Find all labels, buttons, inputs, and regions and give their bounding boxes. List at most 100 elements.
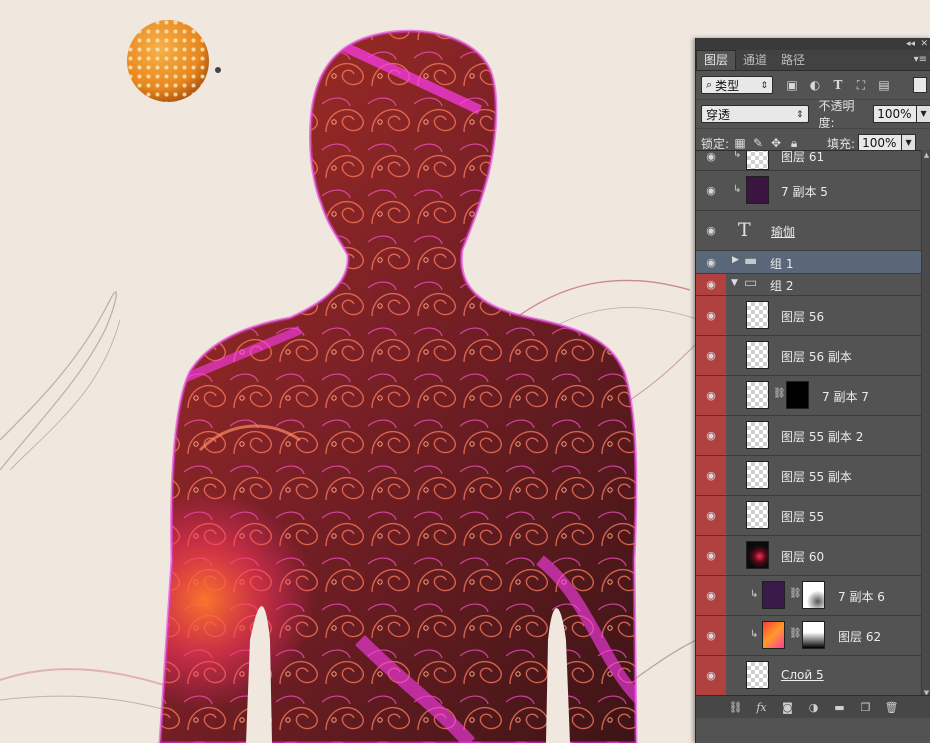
clip-arrow-icon: ↳ (733, 184, 742, 195)
layers-panel: ◂◂ ✕ 图层 通道 路径 ▾≡ ⌕ 类型 ⇕ ▣ ◐ T ⛶ ▤ 穿透 ⇕ 不… (695, 38, 930, 743)
layer-row[interactable]: ◉ T 瑜伽 (696, 211, 921, 251)
scroll-up-arrow-icon[interactable]: ▲ (922, 150, 930, 160)
clip-arrow-icon: ↳ (733, 150, 742, 160)
layer-name: 图层 55 (781, 510, 825, 524)
layer-row[interactable]: ◉ 图层 56 (696, 296, 921, 336)
visibility-eye-icon[interactable]: ◉ (696, 251, 726, 273)
layer-name: 7 副本 6 (838, 590, 885, 604)
clip-arrow-icon: ↳ (750, 589, 759, 600)
collapse-icon[interactable]: ◂◂ (906, 38, 915, 50)
visibility-eye-icon[interactable]: ◉ (696, 274, 726, 295)
blend-mode-value: 穿透 (706, 107, 731, 122)
tab-channels[interactable]: 通道 (736, 51, 774, 70)
layer-thumbnail (746, 341, 769, 369)
panel-title-bar[interactable]: ◂◂ ✕ (696, 38, 930, 50)
layer-thumbnail (746, 541, 769, 569)
lock-paint-icon[interactable]: ✎ (751, 136, 765, 150)
filter-kind-dropdown[interactable]: ⌕ 类型 ⇕ (701, 76, 773, 94)
layer-thumbnail (746, 381, 769, 409)
layer-name: 图层 56 (781, 310, 825, 324)
layer-row[interactable]: ◉ ↳ 图层 61 (696, 150, 921, 171)
image-filter-icon[interactable]: ▣ (785, 78, 799, 92)
visibility-eye-icon[interactable]: ◉ (696, 576, 726, 615)
layer-name: 7 副本 7 (822, 390, 869, 404)
trash-icon[interactable]: 🗑︎ (884, 701, 900, 714)
close-icon[interactable]: ✕ (920, 38, 928, 50)
layer-row[interactable]: ◉ ⛓ 7 副本 7 (696, 376, 921, 416)
folder-open-icon: ▭ (744, 275, 758, 291)
new-group-icon[interactable]: ▬ (832, 701, 848, 714)
visibility-eye-icon[interactable]: ◉ (696, 171, 726, 210)
filter-toggle[interactable] (913, 77, 927, 93)
layer-style-fx-icon[interactable]: fx (754, 701, 770, 714)
visibility-eye-icon[interactable]: ◉ (696, 656, 726, 695)
visibility-eye-icon[interactable]: ◉ (696, 296, 726, 335)
layer-list: ◉ ↳ 图层 61 ◉ ↳ 7 副本 5 ◉ T 瑜伽 ◉ ▶ ▬ 组 1 ◉ … (696, 150, 921, 699)
visibility-eye-icon[interactable]: ◉ (696, 336, 726, 375)
visibility-eye-icon[interactable]: ◉ (696, 536, 726, 575)
visibility-eye-icon[interactable]: ◉ (696, 496, 726, 535)
layer-row[interactable]: ◉ ↳ ⛓ 图层 62 (696, 616, 921, 656)
layer-mask-thumbnail[interactable] (802, 581, 825, 609)
collapse-triangle-icon[interactable]: ▼ (731, 278, 738, 288)
shape-filter-icon[interactable]: ⛶ (854, 78, 868, 92)
type-filter-icon[interactable]: T (831, 78, 845, 92)
lock-transparent-icon[interactable]: ▦ (733, 136, 747, 150)
layer-row[interactable]: ◉ ↳ ⛓ 7 副本 6 (696, 576, 921, 616)
layer-row[interactable]: ◉ ▼ ▭ 组 2 (696, 274, 921, 296)
lock-move-icon[interactable]: ✥ (769, 136, 783, 150)
chevron-updown-icon: ⇕ (760, 81, 768, 91)
visibility-eye-icon[interactable]: ◉ (696, 211, 726, 250)
panel-bottom-toolbar: ⛓ fx ◙ ◑ ▬ ❐ 🗑︎ (696, 695, 930, 718)
tab-paths[interactable]: 路径 (774, 51, 812, 70)
layer-thumbnail (746, 176, 769, 204)
tab-layers[interactable]: 图层 (696, 50, 737, 70)
layer-row[interactable]: ◉ Слой 5 (696, 656, 921, 696)
smart-object-filter-icon[interactable]: ▤ (877, 78, 891, 92)
layer-thumbnail (762, 621, 785, 649)
layer-row-selected[interactable]: ◉ ▶ ▬ 组 1 (696, 251, 921, 274)
layer-filter-row: ⌕ 类型 ⇕ ▣ ◐ T ⛶ ▤ (696, 71, 930, 99)
link-layers-icon[interactable]: ⛓ (728, 701, 744, 714)
text-layer-icon: T (738, 219, 751, 241)
clip-arrow-icon: ↳ (750, 629, 759, 640)
layer-name: 图层 61 (781, 150, 825, 164)
lock-label: 锁定: (701, 136, 730, 151)
adjustment-filter-icon[interactable]: ◐ (808, 78, 822, 92)
layer-name: 组 2 (770, 279, 794, 293)
folder-icon: ▬ (744, 253, 758, 269)
layer-row[interactable]: ◉ ↳ 7 副本 5 (696, 171, 921, 211)
layer-row[interactable]: ◉ 图层 55 副本 2 (696, 416, 921, 456)
visibility-eye-icon[interactable]: ◉ (696, 416, 726, 455)
opacity-input[interactable]: 100% (873, 105, 918, 123)
mask-link-icon[interactable]: ⛓ (773, 388, 786, 399)
chevron-updown-icon: ⇕ (795, 110, 804, 120)
new-layer-icon[interactable]: ❐ (858, 701, 874, 714)
adjustment-layer-icon[interactable]: ◑ (806, 701, 822, 714)
expand-triangle-icon[interactable]: ▶ (732, 255, 739, 265)
visibility-eye-icon[interactable]: ◉ (696, 616, 726, 655)
blend-row: 穿透 ⇕ 不透明度: 100% ▼ (696, 99, 930, 130)
blend-mode-dropdown[interactable]: 穿透 ⇕ (701, 105, 809, 123)
add-mask-icon[interactable]: ◙ (780, 701, 796, 714)
panel-menu-icon[interactable]: ▾≡ (914, 54, 927, 65)
mask-link-icon[interactable]: ⛓ (789, 588, 802, 599)
layer-mask-thumbnail[interactable] (802, 621, 825, 649)
visibility-eye-icon[interactable]: ◉ (696, 376, 726, 415)
layer-row[interactable]: ◉ 图层 56 副本 (696, 336, 921, 376)
layer-list-scrollbar[interactable]: ▲ ▼ (921, 150, 930, 698)
opacity-dropdown-arrow[interactable]: ▼ (917, 105, 930, 123)
panel-tabs: 图层 通道 路径 ▾≡ (696, 50, 930, 71)
layer-row[interactable]: ◉ 图层 55 (696, 496, 921, 536)
layer-name: 图层 55 副本 2 (781, 430, 864, 444)
visibility-eye-icon[interactable]: ◉ (696, 151, 726, 170)
visibility-eye-icon[interactable]: ◉ (696, 456, 726, 495)
layer-mask-thumbnail[interactable] (786, 381, 809, 409)
filter-kind-value: 类型 (715, 78, 740, 93)
layer-thumbnail (746, 461, 769, 489)
layer-row[interactable]: ◉ 图层 60 (696, 536, 921, 576)
layer-name: 7 副本 5 (781, 185, 828, 199)
mask-link-icon[interactable]: ⛓ (789, 628, 802, 639)
lock-all-icon[interactable]: 🔒︎ (787, 136, 801, 150)
layer-row[interactable]: ◉ 图层 55 副本 (696, 456, 921, 496)
